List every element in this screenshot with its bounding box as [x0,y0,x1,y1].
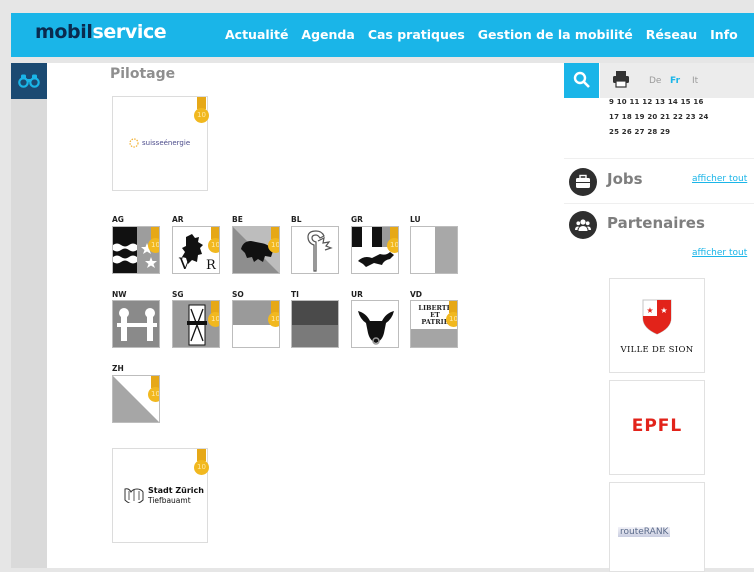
zurich-lions-icon [124,488,144,503]
canton-flag-bl[interactable] [291,226,339,274]
canton-label-lu: LU [410,215,421,224]
calendar-row[interactable]: 25 26 27 28 29 [609,128,670,136]
canton-label-zh: ZH [112,364,124,373]
printer-icon[interactable] [612,70,630,88]
canton-flag-lu[interactable] [410,226,458,274]
canton-label-gr: GR [351,215,363,224]
stadt-zurich-subtitle: Tiefbauamt [148,496,191,505]
canton-label-sg: SG [172,290,184,299]
partner-card-epfl[interactable]: EPFL [609,380,705,475]
svg-text:R: R [206,258,217,273]
jobs-heading-icon [569,168,597,196]
suisseenergie-logo: suisseénergie [142,139,191,147]
canton-flag-ar[interactable]: V R 10 [172,226,220,274]
search-button[interactable] [564,63,599,98]
svg-text:★: ★ [660,306,667,315]
badge-coin: 10 [208,312,219,327]
partners-show-all-link[interactable]: afficher tout [692,248,747,258]
canton-label-ur: UR [351,290,363,299]
canton-label-so: SO [232,290,244,299]
canton-flag-so[interactable]: 10 [232,300,280,348]
nav-agenda[interactable]: Agenda [301,27,354,42]
divider [564,158,754,159]
partners-heading-icon [569,211,597,239]
nav-cas-pratiques[interactable]: Cas pratiques [368,27,465,42]
canton-label-ar: AR [172,215,184,224]
partner-card-routerank[interactable]: routeRANK [609,482,705,572]
binoculars-button[interactable] [11,63,47,99]
logo-part-service: service [92,21,167,43]
sion-coat-of-arms-icon: ★ ★ [642,299,672,335]
language-fr[interactable]: Fr [670,76,680,86]
canton-flag-be[interactable]: 10 [232,226,280,274]
canton-label-be: BE [232,215,243,224]
badge-coin: 10 [194,108,209,123]
binoculars-icon [18,74,40,88]
canton-flag-vd[interactable]: LIBERTÉ ET PATRIE 10 [410,300,458,348]
badge-coin: 10 [148,238,159,253]
routerank-logo: routeRANK [618,527,671,537]
nav-actualite[interactable]: Actualité [225,27,288,42]
canton-label-vd: VD [410,290,423,299]
nav-info[interactable]: Info [710,27,738,42]
canton-label-nw: NW [112,290,127,299]
sion-label: VILLE DE SION [620,345,694,355]
svg-text:V: V [178,254,191,273]
group-icon [575,219,591,231]
language-it[interactable]: It [692,76,698,86]
main-nav: Actualité Agenda Cas pratiques Gestion d… [225,27,738,42]
jobs-heading: Jobs [607,170,643,188]
toolbar: De Fr It [600,63,754,98]
nav-gestion-mobilite[interactable]: Gestion de la mobilité [478,27,633,42]
canton-flag-sg[interactable]: 10 [172,300,220,348]
canton-flag-ag[interactable]: 10 [112,226,160,274]
canton-flag-gr[interactable]: 10 [351,226,399,274]
jobs-show-all-link[interactable]: afficher tout [692,174,747,184]
briefcase-icon [576,174,590,188]
canton-flag-ti[interactable] [291,300,339,348]
canton-flag-ur[interactable] [351,300,399,348]
section-title: Pilotage [110,66,176,82]
suisseenergie-card[interactable]: 10 suisseénergie [112,96,209,191]
svg-text:★: ★ [646,306,653,315]
badge-coin: 10 [208,238,219,253]
vd-motto-line-3: PATRIE [421,318,448,326]
logo-part-mobil: mobil [35,21,93,43]
nav-reseau[interactable]: Réseau [646,27,697,42]
site-logo[interactable]: mobilservice [35,21,167,43]
sun-icon [129,138,139,148]
badge-coin: 10 [387,238,398,253]
badge-coin: 10 [446,312,457,327]
left-rail [11,63,47,568]
divider [564,203,754,204]
main-content: Pilotage 10 suisseénergie AG AR BE BL GR… [47,63,564,568]
badge-coin: 10 [148,387,159,402]
epfl-logo: EPFL [631,416,683,436]
search-icon [573,71,590,88]
canton-flag-zh[interactable]: 10 [112,375,160,423]
badge-coin: 10 [268,238,279,253]
badge-coin: 10 [268,312,279,327]
right-sidebar: De Fr It 9 10 11 12 13 14 15 16 17 18 19… [564,63,754,572]
language-de[interactable]: De [649,76,661,86]
canton-flag-nw[interactable] [112,300,160,348]
calendar-row[interactable]: 17 18 19 20 21 22 23 24 [609,113,709,121]
stadt-zurich-title: Stadt Zürich [148,486,204,495]
partner-card-sion[interactable]: ★ ★ VILLE DE SION [609,278,705,373]
canton-label-bl: BL [291,215,302,224]
canton-label-ti: TI [291,290,299,299]
partners-heading: Partenaires [607,214,705,232]
stadt-zurich-card[interactable]: 10 Stadt Zürich Tiefbauamt [112,448,209,543]
calendar-row[interactable]: 9 10 11 12 13 14 15 16 [609,98,704,106]
canton-label-ag: AG [112,215,124,224]
badge-coin: 10 [194,460,209,475]
top-header: mobilservice Actualité Agenda Cas pratiq… [11,13,754,57]
